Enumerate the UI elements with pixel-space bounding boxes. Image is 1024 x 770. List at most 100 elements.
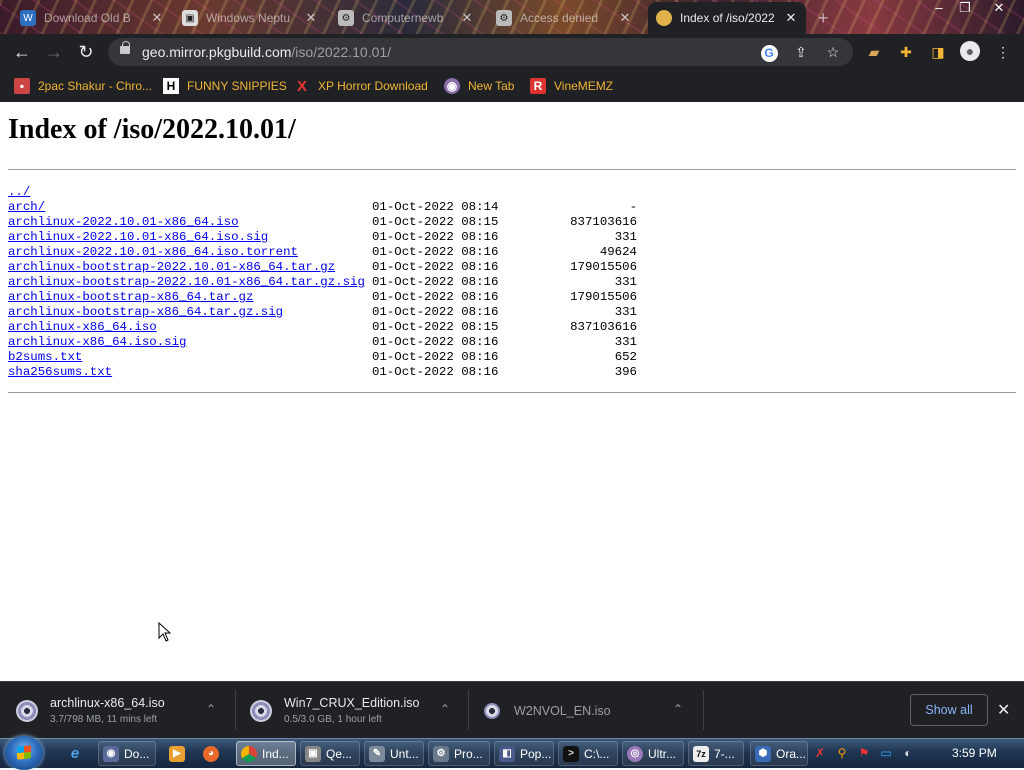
file-link[interactable]: archlinux-bootstrap-2022.10.01-x86_64.ta… bbox=[8, 275, 372, 290]
system-tray: ✗ ⚲ ⚑ ▭ ◐ bbox=[812, 745, 916, 761]
file-size: 331 bbox=[614, 305, 637, 319]
forward-arrow-icon[interactable]: → bbox=[42, 40, 66, 64]
taskbar-label: Qe... bbox=[326, 746, 353, 761]
tray-flag-icon[interactable]: ⚑ bbox=[856, 745, 872, 761]
file-size bbox=[552, 185, 637, 200]
lock-icon[interactable] bbox=[120, 41, 130, 54]
file-link[interactable]: ../ bbox=[8, 185, 372, 200]
reload-icon[interactable]: ↻ bbox=[74, 40, 98, 64]
close-tab-icon[interactable]: ✕ bbox=[618, 10, 632, 26]
download-item[interactable]: Win7_CRUX_Edition.iso 0.5/3.0 GB, 1 hour… bbox=[250, 682, 468, 739]
minimize-icon[interactable]: – bbox=[926, 0, 952, 18]
side-panel-icon[interactable]: ◨ bbox=[928, 42, 948, 62]
back-arrow-icon[interactable]: ← bbox=[10, 40, 34, 64]
taskbar-item[interactable]: ⬢ Ora... bbox=[750, 741, 808, 766]
restore-icon[interactable]: ❐ bbox=[952, 0, 978, 18]
tray-network-icon[interactable]: ▭ bbox=[878, 745, 894, 761]
popup-icon: ◧ bbox=[499, 745, 515, 762]
file-date bbox=[372, 185, 552, 200]
bookmark-funny-snippies[interactable]: H FUNNY SNIPPIES bbox=[163, 77, 287, 95]
file-link[interactable]: arch/ bbox=[8, 200, 372, 215]
download-item[interactable]: archlinux-x86_64.iso 3.7/798 MB, 11 mins… bbox=[16, 682, 234, 739]
media-player-pinned[interactable]: ▶ bbox=[164, 741, 192, 766]
ie-pinned[interactable]: e bbox=[62, 741, 92, 766]
h-favicon-icon: H bbox=[163, 78, 179, 94]
file-size: - bbox=[629, 200, 637, 214]
menu-kebab-icon[interactable]: ⋮ bbox=[993, 42, 1013, 62]
bookmark-2pac[interactable]: ▪ 2pac Shakur - Chro... bbox=[14, 77, 152, 95]
file-link[interactable]: archlinux-2022.10.01-x86_64.iso.torrent bbox=[8, 245, 372, 260]
show-all-button[interactable]: Show all bbox=[910, 694, 988, 726]
download-item[interactable]: W2NVOL_EN.iso ⌃ bbox=[484, 682, 702, 739]
taskbar-item[interactable]: ⚙ Pro... bbox=[428, 741, 490, 766]
bookmark-new-tab[interactable]: ◉ New Tab bbox=[444, 77, 514, 95]
listing-row: ../ bbox=[8, 185, 637, 200]
taskbar-item[interactable]: Ind... bbox=[236, 741, 296, 766]
file-link[interactable]: b2sums.txt bbox=[8, 350, 372, 365]
file-link[interactable]: archlinux-bootstrap-x86_64.tar.gz bbox=[8, 290, 372, 305]
tab-access-denied[interactable]: ⚙ Access denied ✕ bbox=[488, 4, 640, 32]
taskbar-label: C:\... bbox=[584, 746, 610, 761]
share-icon[interactable]: ⇪ bbox=[792, 43, 810, 61]
file-date: 01-Oct-2022 08:16 bbox=[372, 275, 499, 289]
taskbar-item[interactable]: ✎ Unt... bbox=[364, 741, 424, 766]
chevron-up-icon[interactable]: ⌃ bbox=[673, 702, 683, 716]
close-tab-icon[interactable]: ✕ bbox=[150, 10, 164, 26]
bookmark-xp-horror[interactable]: X XP Horror Download bbox=[294, 77, 428, 95]
file-date: 01-Oct-2022 08:16 bbox=[372, 290, 499, 304]
file-link[interactable]: archlinux-2022.10.01-x86_64.iso.sig bbox=[8, 230, 372, 245]
bookmark-label: FUNNY SNIPPIES bbox=[187, 79, 287, 93]
taskbar-label: 7-... bbox=[714, 746, 735, 761]
tab-computernewb[interactable]: ⚙ Computernewb ✕ bbox=[330, 4, 482, 32]
file-link[interactable]: archlinux-x86_64.iso.sig bbox=[8, 335, 372, 350]
word-favicon-icon: W bbox=[20, 10, 36, 26]
taskbar-item[interactable]: ▣ Qe... bbox=[300, 741, 360, 766]
tab-download-old-b[interactable]: W Download Old B ✕ bbox=[12, 4, 172, 32]
address-bar[interactable]: geo.mirror.pkgbuild.com/iso/2022.10.01/ … bbox=[108, 38, 853, 66]
extensions-puzzle-icon[interactable]: ✚ bbox=[896, 42, 916, 62]
firefox-pinned[interactable]: ◕ bbox=[198, 741, 230, 766]
start-button[interactable] bbox=[5, 736, 43, 770]
listing-row: archlinux-x86_64.iso.sig 01-Oct-2022 08:1… bbox=[8, 335, 637, 350]
bookmark-star-icon[interactable]: ☆ bbox=[824, 43, 842, 61]
taskbar-item[interactable]: ◉ Do... bbox=[98, 741, 156, 766]
tab-strip: W Download Old B ✕ ▣ Windows Neptu ✕ ⚙ C… bbox=[0, 0, 1024, 34]
taskbar-item[interactable]: > C:\... bbox=[558, 741, 618, 766]
page-content: Index of /iso/2022.10.01/ ../arch/01-Oct… bbox=[0, 102, 1024, 681]
tab-index-of-iso[interactable]: Index of /iso/2022 ✕ bbox=[648, 2, 806, 34]
close-tab-icon[interactable]: ✕ bbox=[304, 10, 318, 26]
clock[interactable]: 3:59 PM bbox=[952, 746, 997, 760]
file-size: 331 bbox=[614, 275, 637, 289]
taskbar-item[interactable]: 7z 7-... bbox=[688, 741, 744, 766]
taskbar-item[interactable]: ◧ Pop... bbox=[494, 741, 554, 766]
file-link[interactable]: archlinux-2022.10.01-x86_64.iso bbox=[8, 215, 372, 230]
bookmark-vinememz[interactable]: R VineMEMZ bbox=[530, 77, 613, 95]
file-link[interactable]: archlinux-bootstrap-2022.10.01-x86_64.ta… bbox=[8, 260, 372, 275]
file-size: 652 bbox=[614, 350, 637, 364]
app-icon: ◉ bbox=[103, 745, 119, 762]
close-window-icon[interactable]: ✕ bbox=[986, 0, 1012, 18]
close-tab-icon[interactable]: ✕ bbox=[460, 10, 474, 26]
close-downloads-icon[interactable]: ✕ bbox=[997, 700, 1010, 720]
file-link[interactable]: archlinux-bootstrap-x86_64.tar.gz.sig bbox=[8, 305, 372, 320]
listing-row: archlinux-bootstrap-2022.10.01-x86_64.ta… bbox=[8, 275, 637, 290]
extension-doge-icon[interactable]: ▰ bbox=[864, 42, 884, 62]
close-tab-icon[interactable]: ✕ bbox=[784, 10, 798, 26]
file-size: 179015506 bbox=[570, 260, 637, 274]
computernewb-favicon-icon: ⚙ bbox=[338, 10, 354, 26]
tab-title: Computernewb bbox=[362, 11, 444, 25]
google-icon[interactable]: G bbox=[760, 43, 778, 62]
url-text[interactable]: geo.mirror.pkgbuild.com/iso/2022.10.01/ bbox=[142, 44, 391, 60]
taskbar-item[interactable]: ◎ Ultr... bbox=[622, 741, 684, 766]
tab-windows-neptune[interactable]: ▣ Windows Neptu ✕ bbox=[174, 4, 326, 32]
new-tab-icon[interactable]: + bbox=[818, 8, 829, 29]
tray-x-icon[interactable]: ✗ bbox=[812, 745, 828, 761]
chevron-up-icon[interactable]: ⌃ bbox=[440, 702, 450, 716]
profile-avatar-icon[interactable]: ● bbox=[960, 41, 980, 61]
file-link[interactable]: archlinux-x86_64.iso bbox=[8, 320, 372, 335]
tray-search-icon[interactable]: ⚲ bbox=[834, 745, 850, 761]
file-date: 01-Oct-2022 08:16 bbox=[372, 305, 499, 319]
file-link[interactable]: sha256sums.txt bbox=[8, 365, 372, 380]
tray-volume-icon[interactable]: ◐ bbox=[900, 745, 916, 761]
chevron-up-icon[interactable]: ⌃ bbox=[206, 702, 216, 716]
